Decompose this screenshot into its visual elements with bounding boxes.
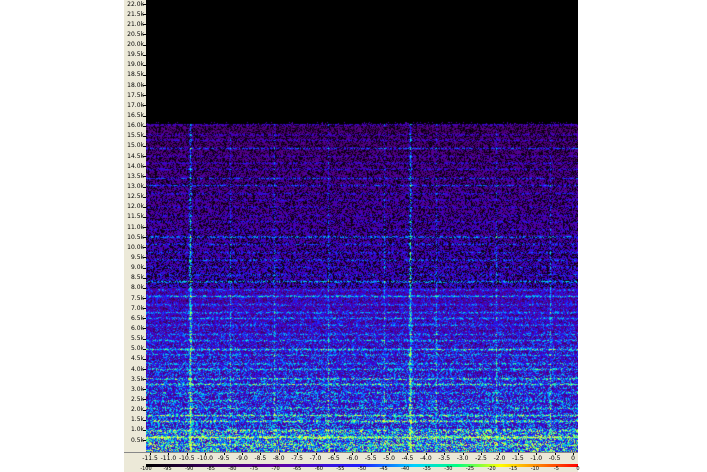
- time-tick-label: -9.5: [217, 455, 230, 462]
- time-tick-label: -3.5: [438, 455, 451, 462]
- time-tick-label: -2.0: [493, 455, 506, 462]
- time-tick-label: -8.0: [272, 455, 285, 462]
- level-tick-label: -60: [314, 466, 323, 472]
- level-tick-label: -45: [379, 466, 388, 472]
- time-tick: [241, 453, 243, 455]
- freq-tick-label: 13.5k: [127, 172, 144, 180]
- level-tick-label: -55: [336, 466, 345, 472]
- time-tick: [499, 453, 501, 455]
- freq-tick-label: 15.5k: [127, 132, 144, 140]
- time-tick: [186, 453, 188, 455]
- time-tick: [517, 453, 519, 455]
- freq-tick-label: 10.0k: [127, 243, 144, 251]
- freq-tick-label: 12.5k: [127, 193, 144, 201]
- time-tick-label: -7.5: [291, 455, 303, 462]
- time-tick-label: -11.5: [142, 455, 158, 462]
- time-tick: [150, 453, 151, 455]
- freq-tick-label: 17.5k: [127, 91, 144, 99]
- level-tick-label: -80: [228, 466, 237, 472]
- time-tick: [297, 453, 299, 455]
- time-tick-label: -1.0: [530, 455, 543, 462]
- level-tick-label: -10: [530, 466, 539, 472]
- freq-tick-label: 16.5k: [127, 112, 144, 120]
- time-tick: [260, 453, 262, 455]
- level-tick-label: -95: [163, 466, 172, 472]
- spectrogram-plot[interactable]: [146, 0, 578, 452]
- freq-tick-label: 14.0k: [127, 162, 144, 170]
- freq-tick-label: 18.0k: [127, 81, 144, 89]
- time-tick: [352, 453, 354, 455]
- time-tick: [370, 453, 372, 455]
- time-tick: [223, 453, 225, 455]
- level-tick-label: -50: [357, 466, 367, 472]
- freq-tick-label: 20.5k: [127, 30, 144, 38]
- freq-tick-label: 21.5k: [127, 10, 144, 18]
- level-tick-label: -15: [509, 466, 518, 472]
- level-tick-label: -25: [465, 466, 475, 472]
- time-tick: [205, 453, 207, 455]
- time-tick: [481, 453, 483, 455]
- freq-tick-label: 20.0k: [127, 41, 144, 49]
- freq-tick-label: 19.0k: [127, 61, 144, 69]
- time-tick-label: -7.0: [309, 455, 322, 462]
- freq-tick-label: 17.0k: [127, 101, 144, 109]
- time-tick-label: -0.5: [548, 455, 561, 462]
- freq-tick-label: 22.0k: [127, 0, 144, 8]
- freq-tick-label: 18.5k: [127, 71, 144, 79]
- time-tick: [168, 453, 170, 455]
- level-tick-label: -65: [293, 466, 302, 472]
- time-tick-label: -6.5: [328, 455, 340, 462]
- freq-tick-label: 13.0k: [127, 183, 144, 190]
- time-tick: [425, 453, 427, 455]
- spectrogram-window: 22.0k 21.5k 21.0k 20.5k 20.0k 19.5k 19.0k 18.5k…: [0, 0, 707, 472]
- freq-tick-label: 11.0k: [127, 223, 144, 231]
- time-tick-label: -9.0: [236, 455, 248, 462]
- time-tick-label: -3.0: [456, 455, 469, 462]
- level-tick-label: -90: [185, 466, 194, 472]
- time-tick-label: -8.5: [254, 455, 267, 462]
- freq-tick-label: 19.5k: [127, 51, 144, 59]
- time-tick-label: -2.5: [475, 455, 487, 462]
- time-tick: [333, 453, 335, 455]
- level-tick-label: -75: [249, 466, 259, 472]
- level-tick-label: -20: [487, 466, 496, 472]
- spectrogram-canvas: [146, 0, 578, 452]
- time-tick: [278, 453, 280, 455]
- freq-tick-label: 10.5k: [127, 233, 144, 241]
- time-tick-label: -11.0: [160, 455, 177, 462]
- time-tick-label: -4.0: [420, 455, 432, 462]
- freq-tick-label: 16.0k: [127, 122, 144, 130]
- freq-tick-label: 12.0k: [127, 203, 144, 211]
- level-tick-label: -40: [401, 466, 410, 472]
- level-tick-label: -85: [206, 466, 215, 472]
- level-tick-label: -70: [271, 466, 280, 472]
- level-tick-label: -30: [444, 466, 453, 472]
- time-tick: [462, 453, 464, 455]
- time-tick-label: -6.0: [346, 455, 359, 462]
- freq-tick-label: 11.5k: [127, 213, 144, 221]
- time-tick: [407, 453, 409, 455]
- freq-tick-label: 15.0k: [127, 142, 144, 150]
- time-tick: [536, 453, 538, 455]
- time-tick: [444, 453, 446, 455]
- time-tick: [573, 453, 574, 455]
- level-tick-label: 0: [576, 466, 580, 472]
- time-tick-label: -5.0: [383, 455, 395, 462]
- time-tick-label: -10.0: [197, 455, 213, 462]
- freq-tick-label: 14.5k: [127, 152, 144, 160]
- time-tick: [554, 453, 556, 455]
- level-tick-label: -100: [140, 466, 152, 472]
- level-tick-label: -5: [553, 466, 559, 472]
- time-tick-label: -5.5: [364, 455, 377, 462]
- time-tick-label: -10.5: [179, 455, 195, 462]
- time-tick: [315, 453, 317, 455]
- level-tick-label: -35: [422, 466, 431, 472]
- time-tick-label: -1.5: [511, 455, 524, 462]
- time-tick-label: -4.5: [401, 455, 414, 462]
- frequency-axis: 22.0k 21.5k 21.0k 20.5k 20.0k 19.5k 19.0k 18.5k…: [124, 0, 147, 452]
- freq-tick-label: 21.0k: [127, 20, 144, 28]
- level-scale: -100 -95 -90 -85 -80 -75 -70 -65 -60 -55 -50 -45 -40…: [124, 464, 580, 472]
- time-tick-label: 0: [571, 455, 575, 462]
- time-tick: [389, 453, 391, 455]
